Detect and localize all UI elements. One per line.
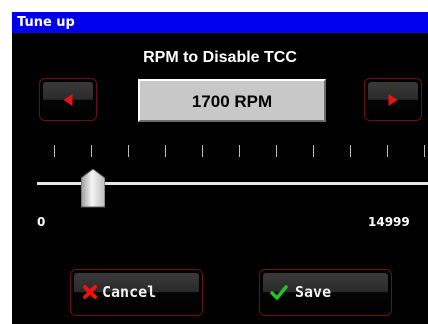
x-icon [83,285,97,299]
checkmark-icon [270,285,288,300]
right-arrow-icon [388,93,398,106]
save-button-label: Save [295,283,332,301]
value-text: 1700 RPM [191,92,273,111]
slider-tick [202,145,203,157]
slider-thumb[interactable] [81,169,106,209]
slider-tick [128,145,129,157]
decrease-button[interactable] [39,78,97,121]
value-display: 1700 RPM [138,79,326,122]
cancel-button-label: Cancel [102,283,157,301]
setting-name: RPM to Disable TCC [143,49,297,66]
slider-tick [165,145,166,157]
slider-min-label: 0 [37,215,46,229]
slider-tick [424,145,425,157]
slider-tick [350,145,351,157]
left-arrow-icon [63,93,73,106]
slider-tick [387,145,388,157]
increase-button[interactable] [364,78,422,121]
slider-tick [239,145,240,157]
title-bar: Tune up [12,12,428,33]
save-button[interactable]: Save [259,269,392,316]
slider-tick [54,145,55,157]
slider-tick [276,145,277,157]
slider-max-label: 14999 [368,215,410,229]
window-title: Tune up [17,15,75,30]
cancel-button[interactable]: Cancel [70,269,203,316]
tune-up-dialog: Tune up RPM to Disable TCC 1700 RPM 0 14… [12,12,428,324]
slider-tick [313,145,314,157]
slider-tick [91,145,92,157]
